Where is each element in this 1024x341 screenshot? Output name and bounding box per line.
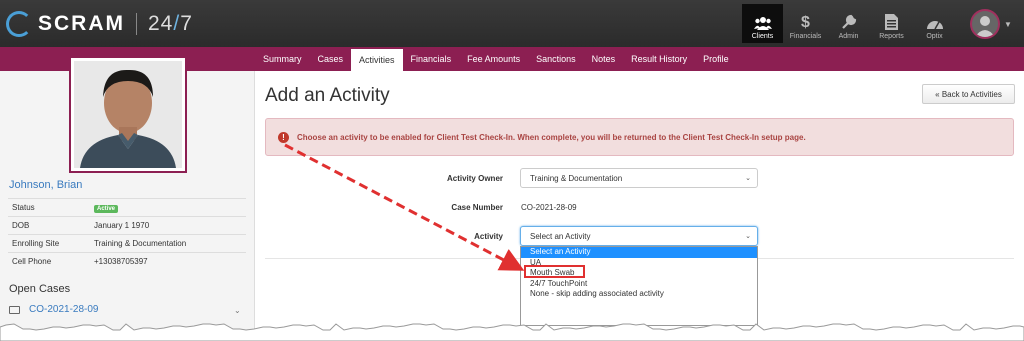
- nav-optix-button[interactable]: Optix: [914, 4, 955, 43]
- page-title: Add an Activity: [265, 85, 390, 106]
- tab-activities[interactable]: Activities: [351, 47, 403, 71]
- alert-message: Choose an activity to be enabled for Cli…: [297, 132, 806, 142]
- nav-reports-label: Reports: [879, 33, 904, 40]
- info-value: January 1 1970: [90, 216, 246, 235]
- annotation-highlight-box: [524, 265, 585, 278]
- activity-dropdown-list: Select an Activity UA Mouth Swab 24/7 Touch…: [520, 246, 758, 326]
- nav-reports-button[interactable]: Reports: [871, 4, 912, 43]
- info-label: Cell Phone: [8, 252, 90, 271]
- activity-owner-label: Activity Owner: [446, 174, 503, 183]
- tab-summary[interactable]: Summary: [255, 47, 310, 71]
- client-info-row: Enrolling Site Training & Documentation: [8, 234, 246, 253]
- tab-fee-amounts[interactable]: Fee Amounts: [459, 47, 528, 71]
- nav-financials-label: Financials: [789, 33, 822, 40]
- brand-tagline: 24/7: [148, 12, 193, 35]
- client-info-row: Cell Phone +13038705397: [8, 252, 246, 271]
- tab-notes[interactable]: Notes: [584, 47, 624, 71]
- open-cases-heading: Open Cases: [9, 283, 71, 295]
- nav-admin-label: Admin: [838, 33, 859, 40]
- info-value: Training & Documentation: [90, 234, 246, 253]
- client-name-link[interactable]: Johnson, Brian: [9, 179, 82, 191]
- activity-owner-value: Training & Documentation: [530, 173, 623, 183]
- tab-sanctions[interactable]: Sanctions: [528, 47, 584, 71]
- top-nav-icons: Clients $ Financials Admin Reports Optix: [742, 4, 957, 43]
- exclamation-icon: !: [278, 131, 289, 143]
- info-value: +13038705397: [90, 252, 246, 271]
- gauge-icon: [926, 21, 943, 30]
- brand-divider: [136, 13, 137, 35]
- case-number-label: Case Number: [451, 203, 503, 212]
- dropdown-option[interactable]: Select an Activity: [521, 247, 757, 258]
- torn-edge: [0, 323, 1024, 341]
- info-alert: ! Choose an activity to be enabled for C…: [265, 118, 1014, 156]
- folder-icon: [9, 305, 20, 314]
- clients-icon: [753, 17, 772, 30]
- user-avatar-button[interactable]: [970, 9, 1000, 39]
- activity-select[interactable]: Select an Activity ⌄: [520, 226, 758, 246]
- dropdown-option[interactable]: None - skip adding associated activity: [521, 289, 757, 300]
- dollar-icon: $: [801, 14, 810, 31]
- wrench-icon: [841, 14, 856, 29]
- tab-profile[interactable]: Profile: [695, 47, 737, 71]
- tab-cases[interactable]: Cases: [310, 47, 352, 71]
- nav-optix-label: Optix: [926, 33, 943, 40]
- chevron-down-icon: ⌄: [745, 233, 751, 240]
- back-to-activities-button[interactable]: « Back to Activities: [922, 84, 1015, 104]
- scram-logo-icon: [6, 11, 32, 37]
- client-sidebar: Johnson, Brian Status Active DOB January…: [0, 56, 255, 341]
- top-navbar: SCRAM 24/7 Clients $ Financials Admin Re…: [0, 0, 1024, 47]
- client-info-row: Status Active: [8, 198, 246, 217]
- open-case-item[interactable]: CO-2021-28-09: [9, 304, 98, 315]
- chevron-down-icon[interactable]: ⌄: [234, 306, 241, 315]
- activity-label: Activity: [474, 232, 503, 241]
- client-photo: [69, 56, 187, 173]
- brand-logo[interactable]: SCRAM 24/7: [6, 8, 193, 40]
- client-info-row: DOB January 1 1970: [8, 216, 246, 235]
- info-value: Active: [90, 198, 246, 217]
- tab-result-history[interactable]: Result History: [623, 47, 695, 71]
- info-label: DOB: [8, 216, 90, 235]
- nav-admin-button[interactable]: Admin: [828, 4, 869, 43]
- open-case-number: CO-2021-28-09: [29, 304, 99, 315]
- case-number-value: CO-2021-28-09: [521, 203, 577, 212]
- chevron-down-icon: ⌄: [745, 175, 751, 182]
- client-tabs: Summary Cases Activities Financials Fee Amou…: [255, 47, 737, 71]
- client-info-table: Status Active DOB January 1 1970 Enrolli…: [8, 198, 246, 271]
- user-menu-caret-icon[interactable]: ▼: [1004, 20, 1012, 29]
- status-badge: Active: [94, 205, 119, 213]
- activity-select-value: Select an Activity: [530, 231, 591, 241]
- nav-clients-button[interactable]: Clients: [742, 4, 783, 43]
- activity-owner-select[interactable]: Training & Documentation ⌄: [520, 168, 758, 188]
- info-label: Enrolling Site: [8, 234, 90, 253]
- nav-clients-label: Clients: [751, 33, 774, 40]
- nav-financials-button[interactable]: $ Financials: [785, 4, 826, 43]
- info-label: Status: [8, 198, 90, 217]
- user-icon: [975, 16, 995, 37]
- brand-name: SCRAM: [38, 12, 125, 35]
- document-icon: [885, 14, 898, 30]
- dropdown-option[interactable]: 24/7 TouchPoint: [521, 279, 757, 290]
- tab-financials[interactable]: Financials: [403, 47, 460, 71]
